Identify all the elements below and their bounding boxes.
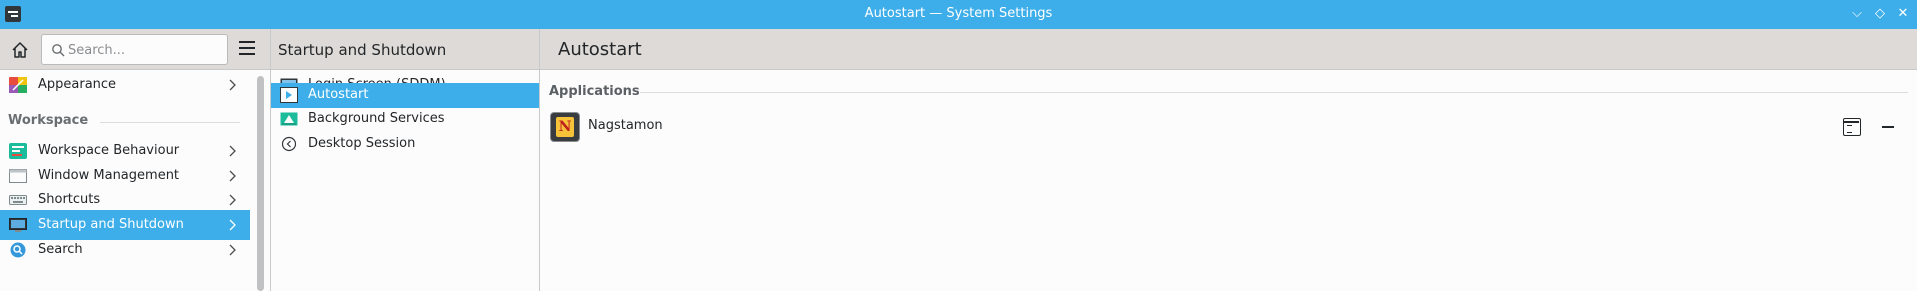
keyboard-icon bbox=[9, 195, 27, 205]
sidebar-item-label: Workspace Behaviour bbox=[38, 143, 180, 158]
sidebar-item-label: Shortcuts bbox=[38, 192, 101, 207]
search-icon bbox=[10, 242, 26, 258]
group-divider bbox=[640, 92, 1908, 93]
chevron-right-icon bbox=[228, 192, 238, 208]
applications-group-title: Applications bbox=[549, 84, 640, 99]
sidebar-item-search[interactable]: Search bbox=[0, 235, 250, 265]
desktop-session-icon bbox=[281, 136, 297, 152]
sidebar-item-label: Startup and Shutdown bbox=[38, 217, 184, 232]
subcategory-item-label: Autostart bbox=[308, 87, 369, 102]
section-divider bbox=[100, 122, 240, 123]
appearance-icon bbox=[9, 77, 27, 93]
subcategory-header: Startup and Shutdown bbox=[271, 29, 539, 70]
sidebar-section-workspace: Workspace bbox=[8, 113, 89, 128]
chevron-right-icon bbox=[228, 168, 238, 184]
autostart-app-row[interactable]: N Nagstamon bbox=[540, 109, 1917, 145]
sidebar-item-label: Search bbox=[38, 242, 83, 257]
monitor-icon bbox=[9, 218, 27, 232]
subcategory-item-desktop-session[interactable]: Desktop Session bbox=[271, 129, 539, 159]
remove-button[interactable] bbox=[1882, 126, 1894, 128]
window-management-icon bbox=[9, 169, 27, 183]
maximize-button[interactable]: ◇ bbox=[1870, 4, 1890, 24]
chevron-right-icon bbox=[228, 143, 238, 159]
home-button[interactable] bbox=[10, 40, 30, 60]
chevron-right-icon bbox=[228, 217, 238, 233]
search-field[interactable] bbox=[41, 34, 228, 65]
home-icon bbox=[12, 42, 28, 58]
minimize-button[interactable]: ⌵ bbox=[1847, 4, 1867, 24]
chevron-right-icon bbox=[228, 77, 238, 93]
sidebar-scrollbar[interactable] bbox=[257, 76, 264, 291]
page-title: Autostart bbox=[558, 39, 642, 60]
sidebar-item-label: Appearance bbox=[38, 77, 117, 92]
nagstamon-logo-letter: N bbox=[556, 117, 574, 137]
main-header: Autostart bbox=[540, 29, 1917, 70]
sidebar-item-label: Window Management bbox=[38, 168, 180, 183]
properties-button[interactable] bbox=[1843, 118, 1861, 136]
subcategory-title: Startup and Shutdown bbox=[278, 41, 447, 59]
sidebar: Appearance Workspace Workspace Behaviour… bbox=[0, 29, 271, 291]
search-input[interactable] bbox=[68, 41, 218, 59]
autostart-icon bbox=[280, 87, 298, 103]
background-services-icon bbox=[280, 112, 298, 126]
app-name: Nagstamon bbox=[588, 118, 663, 133]
subcategory-panel: Startup and Shutdown Login Screen (SDDM)… bbox=[271, 29, 540, 291]
hamburger-menu-button[interactable] bbox=[239, 41, 257, 57]
close-button[interactable]: ✕ bbox=[1893, 4, 1913, 24]
main-content: Autostart Applications N Nagstamon bbox=[540, 29, 1917, 291]
nagstamon-app-icon: N bbox=[550, 112, 580, 142]
subcategory-item-label: Background Services bbox=[308, 111, 445, 126]
title-bar: Autostart — System Settings ⌵ ◇ ✕ bbox=[0, 0, 1917, 29]
search-icon bbox=[52, 44, 65, 57]
subcategory-item-label: Desktop Session bbox=[308, 136, 416, 151]
sidebar-item-appearance[interactable]: Appearance bbox=[0, 70, 250, 100]
chevron-right-icon bbox=[228, 242, 238, 258]
sidebar-header bbox=[0, 29, 270, 70]
workspace-behaviour-icon bbox=[9, 143, 27, 159]
window-title: Autostart — System Settings bbox=[864, 6, 1053, 21]
